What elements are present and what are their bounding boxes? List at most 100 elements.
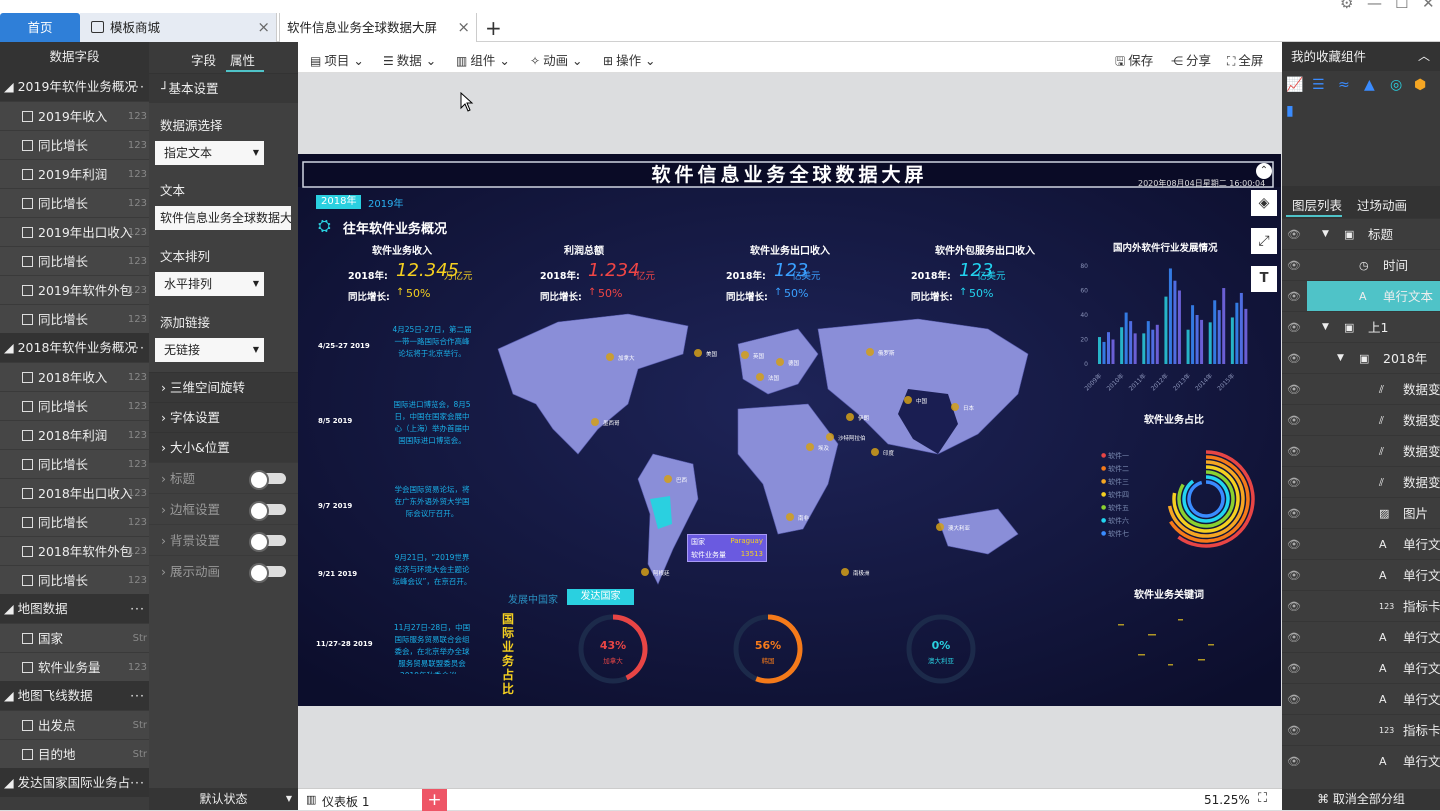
close-icon[interactable]: × <box>457 13 470 42</box>
layer-item[interactable]: 👁 ▼ ▣ 上1 <box>1282 311 1440 342</box>
tab-transition[interactable]: 过场动画 <box>1357 195 1407 214</box>
tab-properties[interactable]: 属性 <box>230 50 255 69</box>
layer-item[interactable]: 👁 ▼ ▣ 2018年 <box>1282 342 1440 373</box>
fit-screen-icon[interactable]: ⛶ <box>1258 791 1267 806</box>
map-point[interactable] <box>641 568 649 576</box>
map-point[interactable] <box>936 523 944 531</box>
eye-icon[interactable]: 👁 <box>1287 746 1301 777</box>
map-point[interactable] <box>664 475 672 483</box>
eye-icon[interactable]: 👁 <box>1287 560 1301 591</box>
tab-template-store[interactable]: 模板商城 × <box>80 13 277 42</box>
section-collapsed[interactable]: › 三维空间旋转 <box>149 372 298 402</box>
map-point[interactable] <box>904 396 912 404</box>
page-tab[interactable]: 仪表板 1 <box>322 793 369 810</box>
field-item[interactable]: 目的地 Str <box>0 739 149 768</box>
eye-icon[interactable]: 👁 <box>1287 219 1301 250</box>
layer-item[interactable]: 👁 A 单行文本 <box>1282 652 1440 683</box>
area-chart-icon[interactable]: ▲ <box>1364 77 1375 93</box>
layer-item[interactable]: 👁 ▼ ▣ 标题 <box>1282 218 1440 249</box>
field-group[interactable]: ◢ 地图数据 ··· <box>0 594 149 623</box>
map-point[interactable] <box>606 353 614 361</box>
map-point[interactable] <box>806 443 814 451</box>
more-icon[interactable]: ··· <box>130 681 145 710</box>
field-item[interactable]: 同比增长 123 <box>0 130 149 159</box>
toggle-switch[interactable] <box>249 470 286 490</box>
eye-icon[interactable]: 👁 <box>1287 498 1301 529</box>
settings-icon[interactable]: ⚙ <box>1340 0 1353 12</box>
eye-icon[interactable]: 👁 <box>1287 684 1301 715</box>
zoom-level[interactable]: 51.25% <box>1204 793 1250 807</box>
field-item[interactable]: 2018年软件外包 123 <box>0 536 149 565</box>
eye-icon[interactable]: 👁 <box>1287 250 1301 281</box>
field-item[interactable]: 2019年出口收入 123 <box>0 217 149 246</box>
layer-item[interactable]: 👁 ⫽ 数据变化 <box>1282 435 1440 466</box>
wave-line-icon[interactable]: ≈ <box>1338 77 1350 93</box>
map-point[interactable] <box>741 351 749 359</box>
layer-item[interactable]: 👁 ⫽ 数据变化 <box>1282 373 1440 404</box>
component-menu[interactable]: ▥ 组件 ⌄ <box>456 50 510 69</box>
horizontal-bar-icon[interactable]: ☰ <box>1312 77 1325 93</box>
ring-chart-icon[interactable]: ◎ <box>1390 77 1402 93</box>
field-item[interactable]: 同比增长 123 <box>0 188 149 217</box>
toggle-switch[interactable] <box>249 532 286 552</box>
dashboard-canvas[interactable]: 0 20 40 60 80 2009年 2010年 2011年 2012年 2013年 2014年 2… <box>298 154 1281 706</box>
state-selector[interactable]: 默认状态 ▼ <box>149 788 298 810</box>
eye-icon[interactable]: 👁 <box>1287 653 1301 684</box>
hexagon-icon[interactable]: ⬢ <box>1414 77 1426 93</box>
field-item[interactable]: 同比增长 123 <box>0 246 149 275</box>
expand-icon[interactable]: ▼ <box>1337 343 1344 374</box>
link-select[interactable]: 无链接 <box>155 338 264 362</box>
map-point[interactable] <box>776 358 784 366</box>
field-item[interactable]: 同比增长 123 <box>0 565 149 594</box>
ungroup-all-button[interactable]: ⌘ 取消全部分组 <box>1282 789 1440 810</box>
map-point[interactable] <box>866 348 874 356</box>
layer-item[interactable]: 👁 A 单行文本 <box>1282 683 1440 714</box>
field-item[interactable]: 同比增长 123 <box>0 507 149 536</box>
resize-icon[interactable]: ⤢ <box>1251 228 1277 254</box>
maximize-icon[interactable]: ☐ <box>1395 0 1408 12</box>
field-item[interactable]: 2019年收入 123 <box>0 101 149 130</box>
dev-tab-developed[interactable]: 发达国家 <box>567 589 634 605</box>
layer-item[interactable]: 👁 ⫽ 数据变化 <box>1282 404 1440 435</box>
eye-icon[interactable]: 👁 <box>1287 312 1301 343</box>
year-tab-2019[interactable]: 2019年 <box>368 195 403 210</box>
eye-icon[interactable]: 👁 <box>1287 467 1301 498</box>
fullscreen-button[interactable]: ⛶ 全屏 <box>1227 50 1263 69</box>
map-point[interactable] <box>841 568 849 576</box>
eye-icon[interactable]: 👁 <box>1287 343 1301 374</box>
animation-menu[interactable]: ✧ 动画 ⌄ <box>530 50 583 69</box>
map-point[interactable] <box>756 373 764 381</box>
chevron-up-icon[interactable]: ⌃ <box>1256 163 1272 179</box>
save-button[interactable]: 🖫 保存 <box>1115 50 1153 73</box>
column-chart-icon[interactable]: ▮ <box>1286 103 1294 119</box>
layer-item[interactable]: 👁 ▨ 图片 <box>1282 497 1440 528</box>
map-point[interactable] <box>591 418 599 426</box>
field-group[interactable]: ◢ 发达国家国际业务占 ··· <box>0 768 149 797</box>
window-close-icon[interactable]: ✕ <box>1422 0 1435 12</box>
field-item[interactable]: 出发点 Str <box>0 710 149 739</box>
year-tab-2018[interactable]: 2018年 <box>316 195 362 209</box>
operate-menu[interactable]: ⊞ 操作 ⌄ <box>603 50 656 69</box>
map-point[interactable] <box>694 349 702 357</box>
field-item[interactable]: 国家 Str <box>0 623 149 652</box>
eye-icon[interactable]: 👁 <box>1287 436 1301 467</box>
layers-icon[interactable]: ◈ <box>1251 190 1277 216</box>
tab-layer-list[interactable]: 图层列表 <box>1292 195 1342 214</box>
field-item[interactable]: 2018年出口收入 123 <box>0 478 149 507</box>
eye-icon[interactable]: 👁 <box>1287 529 1301 560</box>
eye-icon[interactable]: 👁 <box>1287 591 1301 622</box>
eye-icon[interactable]: 👁 <box>1287 405 1301 436</box>
data-menu[interactable]: ☰ 数据 ⌄ <box>383 50 436 69</box>
dashboard-title[interactable]: 软件信息业务全球数据大屏 <box>298 160 1281 187</box>
field-group[interactable]: ◢ 2018年软件业务概况 ··· <box>0 333 149 362</box>
more-icon[interactable]: ··· <box>130 72 145 101</box>
map-point[interactable] <box>871 448 879 456</box>
map-point[interactable] <box>846 413 854 421</box>
field-group[interactable]: ◢ 2019年软件业务概况 ··· <box>0 72 149 101</box>
tab-home[interactable]: 首页 <box>0 13 80 42</box>
eye-icon[interactable]: 👁 <box>1287 715 1301 746</box>
eye-icon[interactable]: 👁 <box>1287 374 1301 405</box>
layer-item[interactable]: 👁 A 单行文本 <box>1282 745 1440 776</box>
layer-item[interactable]: 👁 ⫽ 数据变化 <box>1282 466 1440 497</box>
toggle-switch[interactable] <box>249 501 286 521</box>
